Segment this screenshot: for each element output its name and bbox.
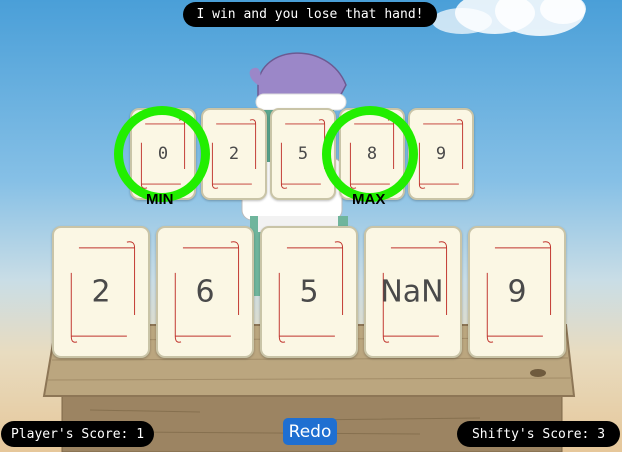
card-value: 5 [299, 274, 319, 310]
redo-button[interactable]: Redo [283, 418, 337, 445]
player-score: Player's Score: 1 [1, 421, 154, 447]
min-label: MIN [146, 191, 174, 208]
player-card-5[interactable]: 9 [468, 226, 566, 358]
player-card-2[interactable]: 6 [156, 226, 254, 358]
player-card-1[interactable]: 2 [52, 226, 150, 358]
card-value: 6 [195, 274, 215, 310]
card-value: NaN [380, 274, 444, 310]
player-card-4[interactable]: NaN [364, 226, 462, 358]
max-label: MAX [352, 191, 386, 208]
card-value: 2 [91, 274, 111, 310]
max-highlight-ring [322, 106, 418, 202]
card-value: 2 [228, 144, 240, 164]
shifty-score: Shifty's Score: 3 [457, 421, 620, 447]
opponent-card-2: 2 [201, 108, 267, 200]
card-value: 9 [507, 274, 527, 310]
card-value: 9 [435, 144, 447, 164]
game-scene: I win and you lose that hand! 0 2 5 8 9 … [0, 0, 622, 452]
player-card-3[interactable]: 5 [260, 226, 358, 358]
min-highlight-ring [114, 106, 210, 202]
